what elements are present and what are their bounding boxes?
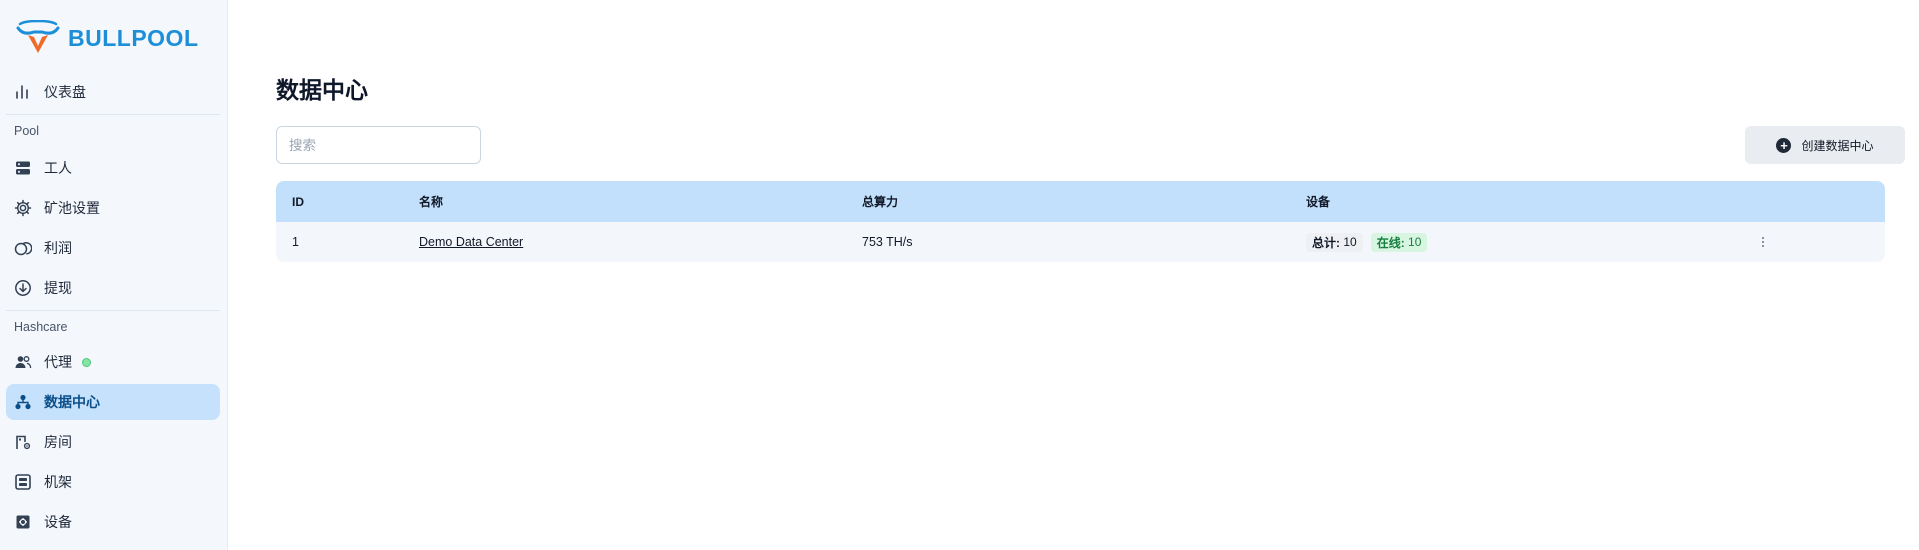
sidebar-item-label: 仪表盘 xyxy=(44,84,86,100)
sidebar-item-label: 机架 xyxy=(44,474,72,490)
sidebar-item-devices[interactable]: 设备 xyxy=(6,504,220,540)
download-circle-icon xyxy=(14,279,32,297)
sidebar-item-label: 工人 xyxy=(44,160,72,176)
sidebar-item-label: 设备 xyxy=(44,514,72,530)
online-count: 10 xyxy=(1408,235,1422,249)
page-title: 数据中心 xyxy=(276,77,368,103)
brand-logo[interactable]: BULLPOOL xyxy=(14,20,199,56)
sidebar-item-label: 房间 xyxy=(44,434,72,450)
total-devices-badge: 总计: 10 xyxy=(1306,232,1363,252)
table-row[interactable]: 1 Demo Data Center 753 TH/s 总计: 10 在线: 1… xyxy=(276,222,1885,262)
online-status-dot xyxy=(82,357,91,367)
bar-chart-icon xyxy=(14,83,32,101)
brand-name: BULLPOOL xyxy=(68,24,199,51)
sidebar-item-dashboard[interactable]: 仪表盘 xyxy=(6,74,220,110)
create-data-center-button[interactable]: + 创建数据中心 xyxy=(1745,126,1905,164)
search-input[interactable] xyxy=(276,126,481,164)
main-content: 数据中心 + 创建数据中心 ID 名称 总算力 设备 1 Demo Data C… xyxy=(228,0,1919,550)
online-label: 在线: xyxy=(1376,235,1405,250)
cell-id: 1 xyxy=(292,235,299,249)
sidebar-item-data-center[interactable]: 数据中心 xyxy=(6,384,220,420)
sidebar-item-racks[interactable]: 机架 xyxy=(6,464,220,500)
section-label-pool: Pool xyxy=(14,124,40,138)
users-icon xyxy=(14,353,32,371)
table-header: ID 名称 总算力 设备 xyxy=(276,181,1885,222)
column-header-hashrate: 总算力 xyxy=(862,195,899,209)
bull-logo-icon xyxy=(16,20,60,53)
sidebar-item-agents[interactable]: 代理 xyxy=(6,344,220,380)
sidebar-item-label: 提现 xyxy=(44,280,72,296)
chip-icon xyxy=(14,513,32,531)
data-center-name-link[interactable]: Demo Data Center xyxy=(419,235,523,249)
plus-circle-icon: + xyxy=(1776,137,1792,153)
cell-hashrate: 753 TH/s xyxy=(862,235,913,249)
server-icon xyxy=(14,159,32,177)
sidebar-divider xyxy=(6,310,220,311)
sidebar: BULLPOOL 仪表盘 Pool 工人 矿池设置 利润 提现 Hashcare… xyxy=(0,0,228,550)
sidebar-item-label: 代理 xyxy=(44,354,72,370)
sidebar-item-profit[interactable]: 利润 xyxy=(6,230,220,266)
online-devices-badge: 在线: 10 xyxy=(1370,232,1428,252)
section-label-hashcare: Hashcare xyxy=(14,320,68,334)
coins-icon xyxy=(14,239,32,257)
sidebar-item-withdraw[interactable]: 提现 xyxy=(6,270,220,306)
gear-icon xyxy=(14,199,32,217)
sidebar-item-label: 矿池设置 xyxy=(44,200,100,216)
sidebar-item-pool-settings[interactable]: 矿池设置 xyxy=(6,190,220,226)
total-label: 总计: xyxy=(1312,235,1340,250)
data-center-table: ID 名称 总算力 设备 1 Demo Data Center 753 TH/s… xyxy=(276,181,1885,262)
sidebar-divider xyxy=(6,114,220,115)
column-header-devices: 设备 xyxy=(1306,195,1331,209)
more-actions-icon[interactable] xyxy=(1758,234,1768,250)
create-button-label: 创建数据中心 xyxy=(1801,138,1874,153)
sidebar-item-workers[interactable]: 工人 xyxy=(6,150,220,186)
sidebar-item-label: 数据中心 xyxy=(44,394,100,410)
column-header-name: 名称 xyxy=(419,195,444,209)
sidebar-item-rooms[interactable]: 房间 xyxy=(6,424,220,460)
total-count: 10 xyxy=(1343,235,1357,249)
building-gear-icon xyxy=(14,433,32,451)
hierarchy-icon xyxy=(14,393,32,411)
rack-icon xyxy=(14,473,32,491)
app-root: BULLPOOL 仪表盘 Pool 工人 矿池设置 利润 提现 Hashcare… xyxy=(0,0,1919,550)
cell-devices: 总计: 10 在线: 10 xyxy=(1306,232,1435,252)
sidebar-item-label: 利润 xyxy=(44,240,72,256)
column-header-id: ID xyxy=(292,194,304,209)
